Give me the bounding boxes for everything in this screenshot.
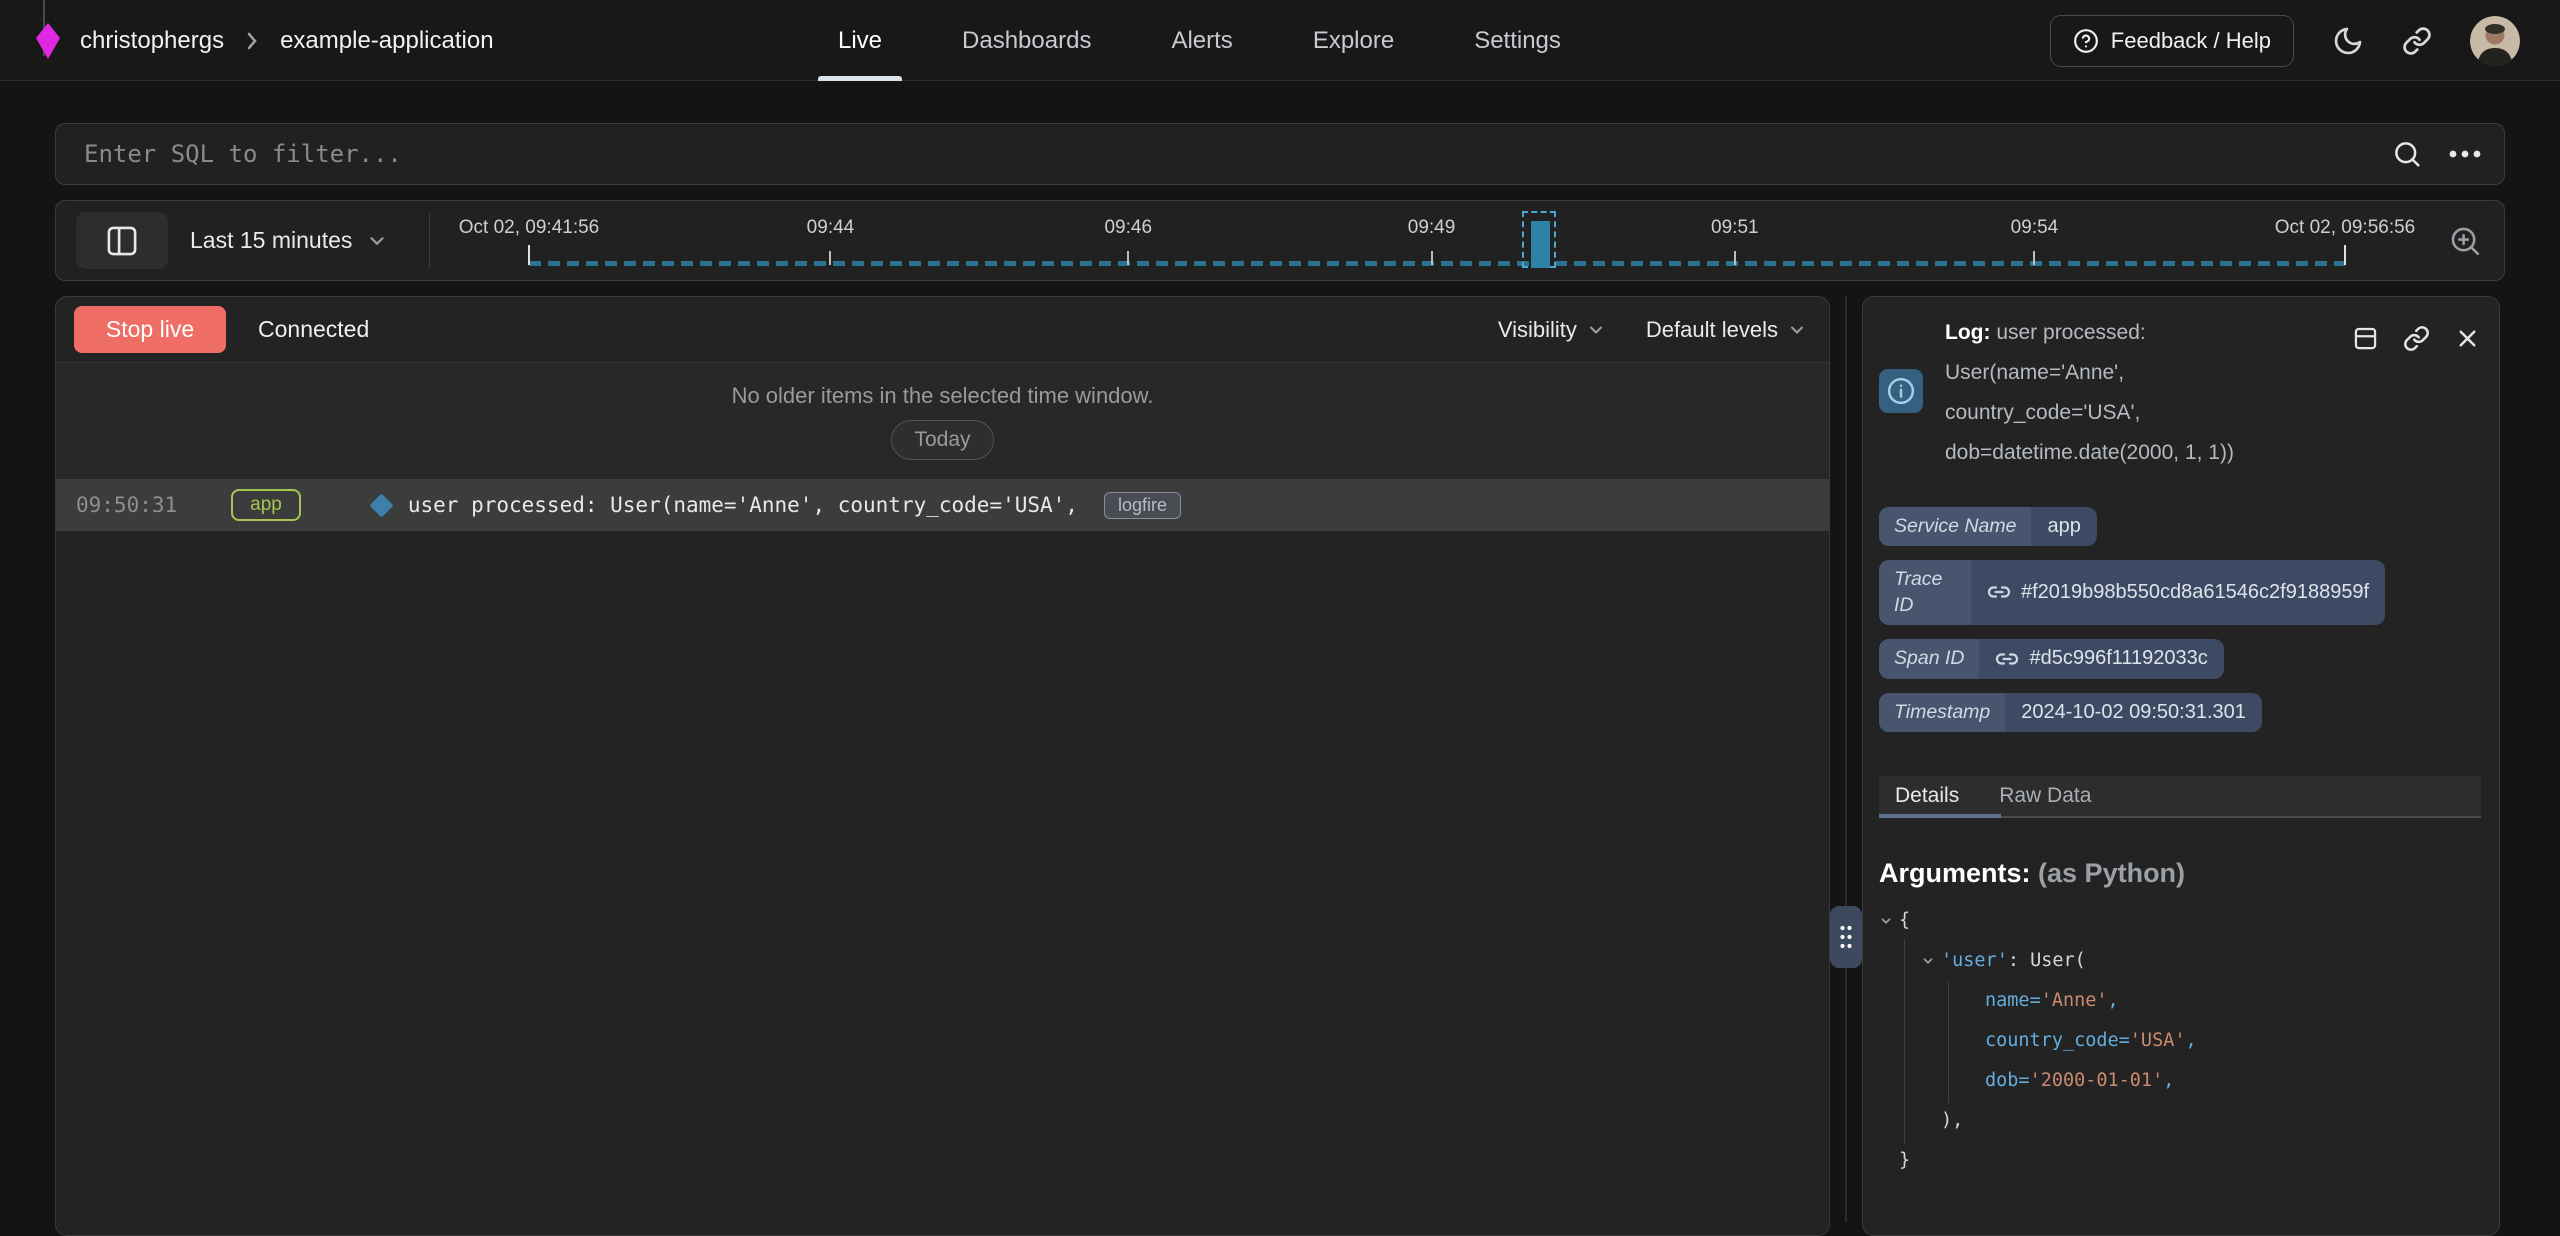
- share-link-icon[interactable]: [2402, 26, 2432, 56]
- timeline-activity-dashes: [529, 261, 2345, 266]
- top-nav: christophergs example-application Live D…: [0, 0, 2560, 81]
- close-icon[interactable]: [2454, 325, 2481, 352]
- timeline-tick: [829, 251, 831, 265]
- drag-dots-icon: [1838, 924, 1854, 950]
- timeline-tick: [2344, 245, 2346, 265]
- older-items-area: No older items in the selected time wind…: [56, 363, 1829, 479]
- visibility-dropdown[interactable]: Visibility: [1498, 317, 1606, 343]
- timeline-tick-label: 09:46: [1104, 217, 1152, 239]
- timeline-tick: [528, 245, 530, 265]
- time-range-bar: Last 15 minutes Oct 02, 09:41:56 09:44 0…: [55, 200, 2505, 281]
- timeline-tick-label: Oct 02, 09:41:56: [459, 217, 600, 239]
- timeline-tick-label: 09:54: [2011, 217, 2059, 239]
- metadata-fields: Service Name app Trace ID #f2019b98b550c…: [1879, 507, 2481, 732]
- user-avatar[interactable]: [2470, 16, 2520, 66]
- log-list-empty-space: [56, 531, 1829, 1235]
- time-range-selector[interactable]: Last 15 minutes: [190, 201, 388, 280]
- code-line[interactable]: name='Anne',: [1879, 981, 2481, 1021]
- sql-filter-input[interactable]: [56, 124, 2392, 184]
- timeline-tick-label: 09:51: [1711, 217, 1759, 239]
- connection-status: Connected: [258, 316, 369, 343]
- tree-chevron-icon[interactable]: [1879, 914, 1899, 928]
- code-line[interactable]: }: [1879, 1141, 2481, 1181]
- panel-resize-handle[interactable]: [1830, 906, 1862, 968]
- code-line[interactable]: ),: [1879, 1101, 2481, 1141]
- timeline-tick-label: 09:49: [1408, 217, 1456, 239]
- tab-alerts[interactable]: Alerts: [1171, 0, 1232, 81]
- scope-badge[interactable]: logfire: [1104, 492, 1181, 519]
- details-actions: [2352, 309, 2481, 352]
- field-timestamp: Timestamp 2024-10-02 09:50:31.301: [1879, 693, 2262, 732]
- log-timestamp: 09:50:31: [76, 493, 177, 517]
- timeline-activity-spike: [1531, 221, 1550, 268]
- tab-live[interactable]: Live: [838, 0, 882, 81]
- timeline-track[interactable]: Oct 02, 09:41:56 09:44 09:46 09:49 09:51…: [529, 201, 2345, 280]
- panel-splitter-rail: [1845, 296, 1847, 1222]
- split-panel-icon[interactable]: [2352, 325, 2379, 352]
- live-header: Stop live Connected Visibility Default l…: [56, 297, 1829, 363]
- details-title: Log: user processed: User(name='Anne', c…: [1945, 309, 2317, 473]
- log-details-panel: Log: user processed: User(name='Anne', c…: [1862, 296, 2500, 1236]
- breadcrumb: christophergs example-application: [36, 0, 494, 81]
- breadcrumb-org[interactable]: christophergs: [80, 27, 224, 55]
- divider: [429, 213, 430, 268]
- code-line[interactable]: country_code='USA',: [1879, 1021, 2481, 1061]
- nav-right: Feedback / Help: [2050, 0, 2520, 81]
- info-circle-icon: [1879, 369, 1923, 413]
- sql-filter-bar: [55, 123, 2505, 185]
- code-line[interactable]: 'user': User(: [1879, 941, 2481, 981]
- tab-settings[interactable]: Settings: [1474, 0, 1561, 81]
- permalink-icon[interactable]: [2403, 325, 2430, 352]
- nav-tabs: Live Dashboards Alerts Explore Settings: [838, 0, 1561, 81]
- details-tab-bar: Details Raw Data: [1879, 776, 2481, 818]
- theme-toggle-moon-icon[interactable]: [2332, 25, 2364, 57]
- timeline-tick-label: 09:44: [807, 217, 855, 239]
- arguments-python-tree: { 'user': User( name='Anne', country_cod…: [1879, 901, 2481, 1181]
- timeline-tick-label: Oct 02, 09:56:56: [2275, 217, 2416, 239]
- feedback-help-button[interactable]: Feedback / Help: [2050, 15, 2294, 67]
- arguments-heading: Arguments: (as Python): [1879, 858, 2481, 889]
- service-badge[interactable]: app: [231, 489, 301, 521]
- tab-raw-data[interactable]: Raw Data: [1999, 776, 2091, 816]
- field-service-name: Service Name app: [1879, 507, 2097, 546]
- log-level-diamond-icon: [369, 493, 393, 517]
- link-icon: [1987, 580, 2011, 604]
- code-line[interactable]: dob='2000-01-01',: [1879, 1061, 2481, 1101]
- details-header: Log: user processed: User(name='Anne', c…: [1879, 309, 2481, 473]
- code-line[interactable]: {: [1879, 901, 2481, 941]
- link-icon: [1995, 647, 2019, 671]
- ellipsis-menu-icon[interactable]: [2448, 149, 2482, 159]
- tab-dashboards[interactable]: Dashboards: [962, 0, 1091, 81]
- field-span-id[interactable]: Span ID #d5c996f11192033c: [1879, 639, 2224, 679]
- live-log-panel: Stop live Connected Visibility Default l…: [55, 296, 1830, 1236]
- tab-details[interactable]: Details: [1895, 776, 1959, 816]
- chevron-down-icon: [1787, 320, 1807, 340]
- breadcrumb-project[interactable]: example-application: [280, 27, 493, 55]
- logo-diamond-icon[interactable]: [36, 23, 60, 59]
- help-circle-icon: [2073, 28, 2099, 54]
- indent-guide: [1948, 981, 1949, 1103]
- timeline-tick: [1127, 251, 1129, 265]
- zoom-in-icon[interactable]: [2448, 224, 2482, 258]
- empty-window-message: No older items in the selected time wind…: [732, 383, 1154, 409]
- panel-left-toggle-icon[interactable]: [76, 212, 168, 269]
- stop-live-button[interactable]: Stop live: [74, 306, 226, 353]
- tree-chevron-icon[interactable]: [1921, 954, 1941, 968]
- chevron-down-icon: [1586, 320, 1606, 340]
- field-trace-id[interactable]: Trace ID #f2019b98b550cd8a61546c2f918895…: [1879, 560, 2385, 625]
- default-levels-dropdown[interactable]: Default levels: [1646, 317, 1807, 343]
- log-row-selected[interactable]: 09:50:31 app user processed: User(name='…: [56, 479, 1829, 531]
- chevron-down-icon: [366, 230, 388, 252]
- chevron-right-icon: [244, 28, 260, 54]
- today-button[interactable]: Today: [891, 420, 993, 460]
- log-message: user processed: User(name='Anne', countr…: [408, 493, 1078, 517]
- timeline-tick: [2033, 251, 2035, 265]
- search-icon[interactable]: [2392, 139, 2422, 169]
- timeline-tick: [1734, 251, 1736, 265]
- tab-explore[interactable]: Explore: [1313, 0, 1394, 81]
- indent-guide: [1904, 939, 1905, 1145]
- timeline-tick: [1431, 251, 1433, 265]
